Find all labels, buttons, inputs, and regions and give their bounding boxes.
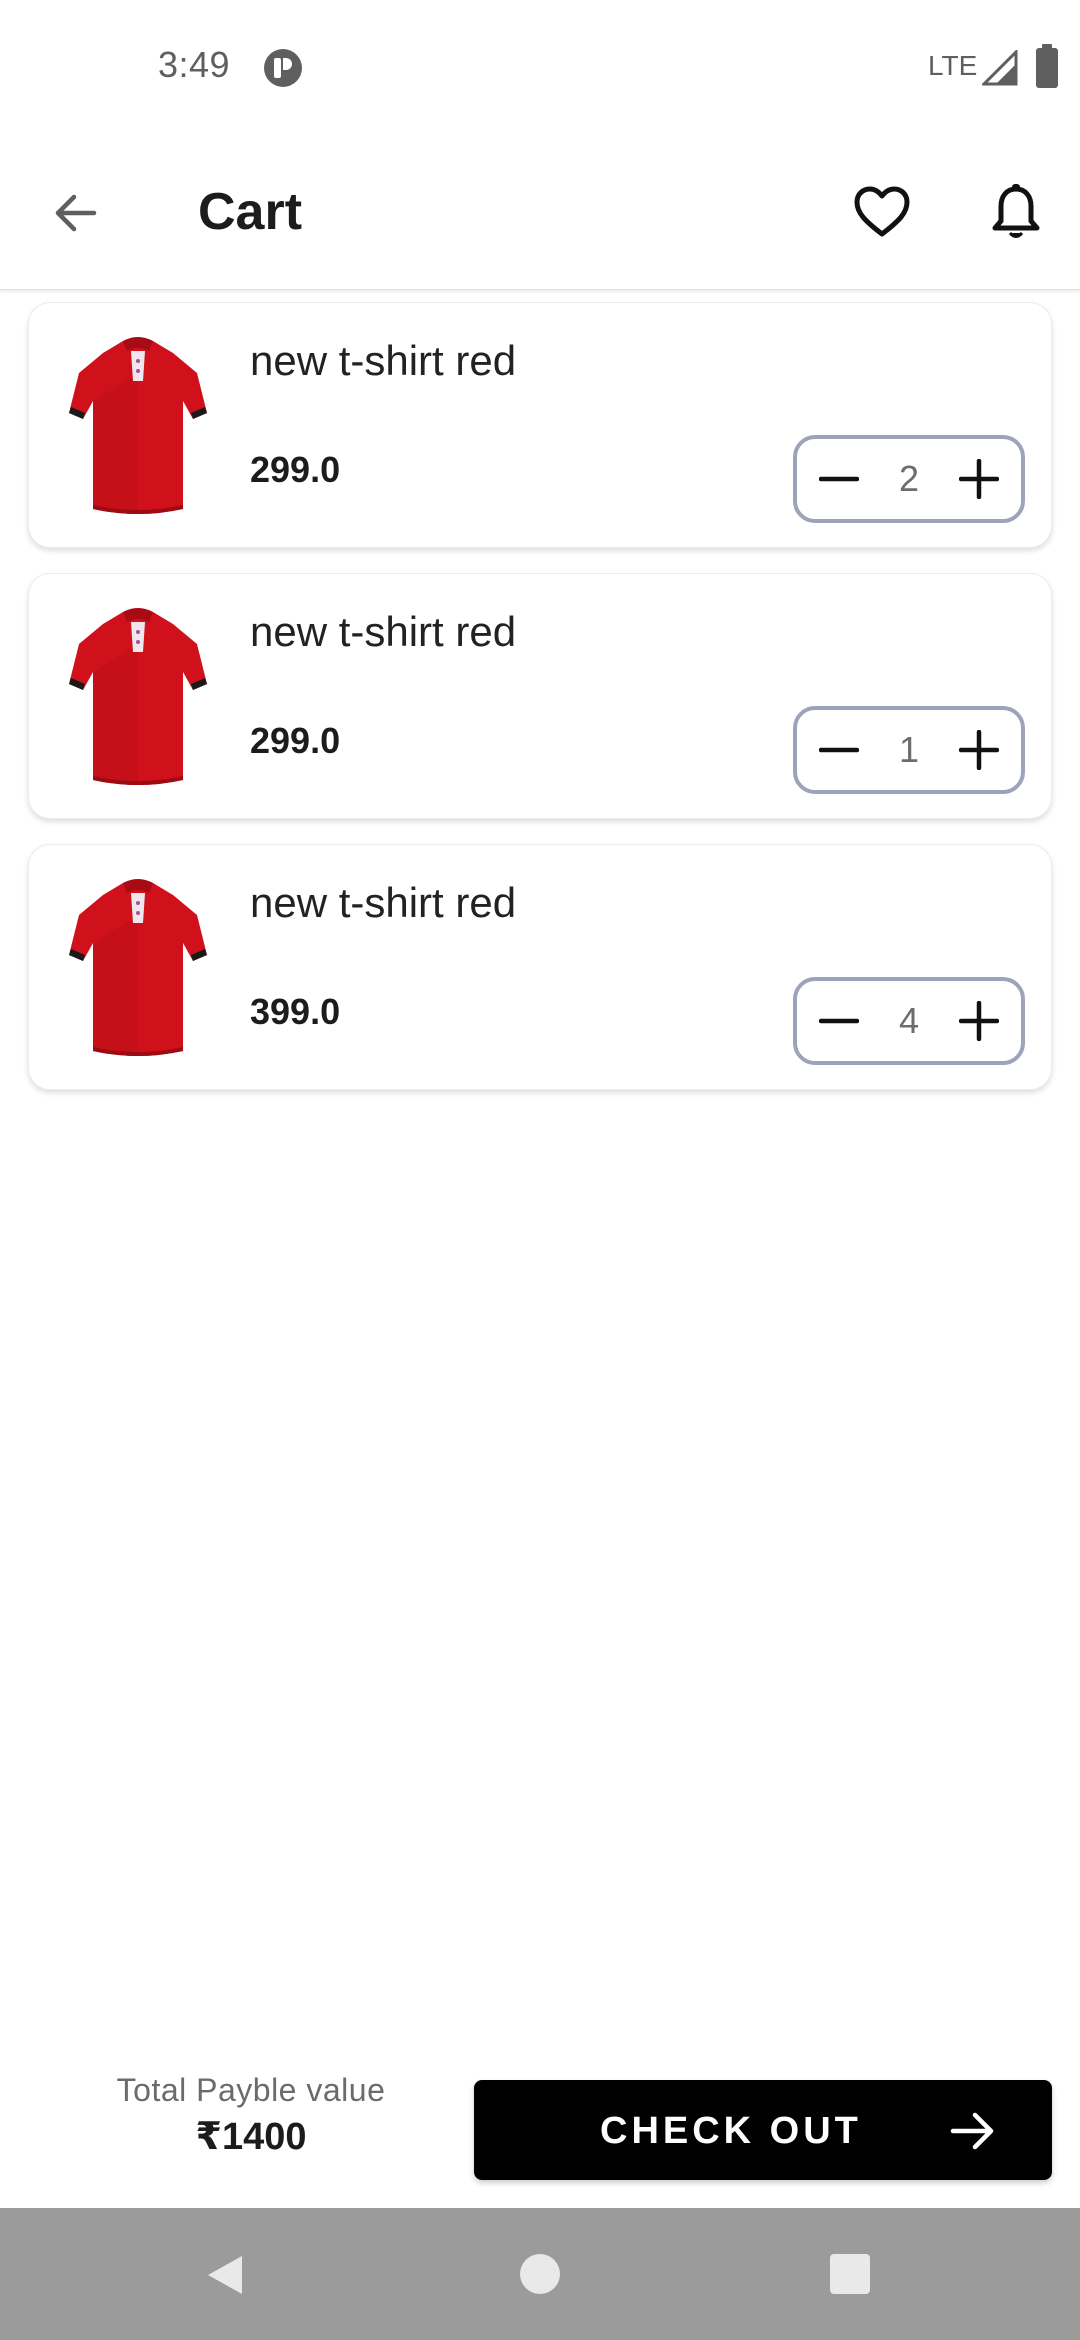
page-title: Cart bbox=[198, 183, 303, 241]
notifications-button[interactable] bbox=[980, 176, 1052, 248]
red-tshirt-image bbox=[65, 875, 211, 1065]
bell-icon bbox=[992, 184, 1040, 238]
arrow-left-icon bbox=[55, 194, 97, 232]
battery-icon bbox=[1036, 44, 1058, 88]
plus-icon bbox=[959, 730, 999, 770]
decrement-button[interactable] bbox=[809, 991, 869, 1051]
app-bar: Cart bbox=[0, 136, 1080, 290]
cart-list: new t-shirt red 299.0 2 new t-shirt red … bbox=[28, 302, 1052, 1115]
product-price: 399.0 bbox=[250, 991, 341, 1032]
total-value: ₹1400 bbox=[195, 2116, 307, 2158]
increment-button[interactable] bbox=[949, 449, 1009, 509]
arrow-right-icon bbox=[950, 2112, 994, 2150]
nav-back-icon[interactable] bbox=[200, 2250, 250, 2300]
increment-button[interactable] bbox=[949, 720, 1009, 780]
plus-icon bbox=[959, 459, 999, 499]
network-type: LTE bbox=[928, 50, 978, 81]
heart-icon bbox=[854, 186, 910, 237]
cart-item[interactable]: new t-shirt red 299.0 2 bbox=[28, 302, 1052, 548]
back-button[interactable] bbox=[44, 182, 106, 244]
checkout-bar: Total Payble value ₹1400 CHECK OUT bbox=[0, 2058, 1080, 2208]
increment-button[interactable] bbox=[949, 991, 1009, 1051]
product-name: new t-shirt red bbox=[250, 337, 517, 384]
total-label: Total Payble value bbox=[116, 2072, 386, 2108]
decrement-button[interactable] bbox=[809, 720, 869, 780]
quantity-value: 4 bbox=[898, 1000, 920, 1041]
cart-item[interactable]: new t-shirt red 399.0 4 bbox=[28, 844, 1052, 1090]
nav-recents-icon[interactable] bbox=[830, 2254, 870, 2294]
pocket-casts-icon bbox=[264, 49, 302, 87]
checkout-label: CHECK OUT bbox=[600, 2110, 862, 2152]
status-time: 3:49 bbox=[158, 44, 231, 85]
red-tshirt-image bbox=[65, 333, 211, 523]
red-tshirt-image bbox=[65, 604, 211, 794]
quantity-stepper: 1 bbox=[793, 706, 1025, 794]
favorites-button[interactable] bbox=[846, 176, 918, 248]
plus-icon bbox=[959, 1001, 999, 1041]
system-nav-bar bbox=[0, 2208, 1080, 2340]
minus-icon bbox=[819, 747, 859, 753]
product-name: new t-shirt red bbox=[250, 608, 517, 655]
quantity-stepper: 4 bbox=[793, 977, 1025, 1065]
quantity-stepper: 2 bbox=[793, 435, 1025, 523]
product-name: new t-shirt red bbox=[250, 879, 517, 926]
cart-item[interactable]: new t-shirt red 299.0 1 bbox=[28, 573, 1052, 819]
signal-icon bbox=[982, 50, 1018, 86]
minus-icon bbox=[819, 1018, 859, 1024]
status-bar: 3:49 LTE bbox=[0, 0, 1080, 136]
checkout-button[interactable]: CHECK OUT bbox=[474, 2080, 1052, 2180]
product-price: 299.0 bbox=[250, 449, 341, 490]
minus-icon bbox=[819, 476, 859, 482]
quantity-value: 1 bbox=[898, 729, 920, 770]
decrement-button[interactable] bbox=[809, 449, 869, 509]
product-price: 299.0 bbox=[250, 720, 341, 761]
quantity-value: 2 bbox=[898, 458, 920, 499]
nav-home-icon[interactable] bbox=[520, 2254, 560, 2294]
